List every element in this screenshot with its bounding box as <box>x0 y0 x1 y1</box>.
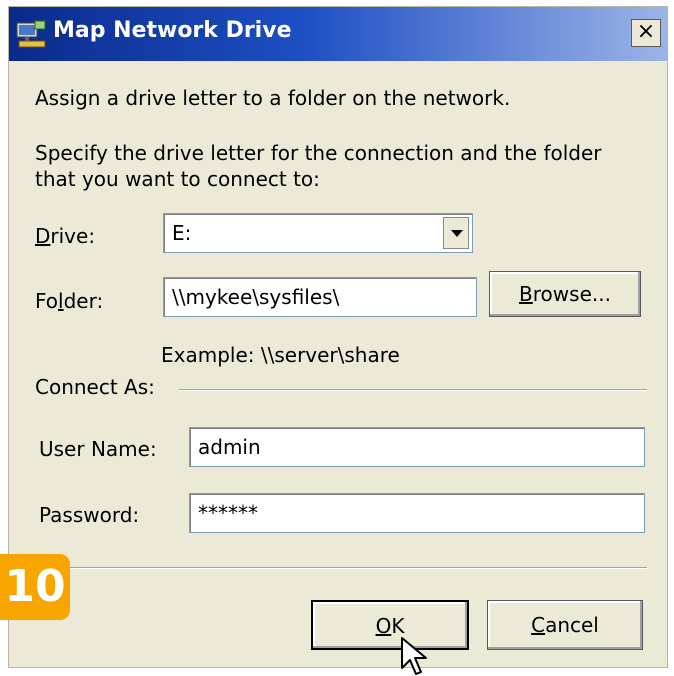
chevron-down-icon[interactable] <box>443 217 469 249</box>
password-input[interactable]: ****** <box>189 493 645 533</box>
window-title: Map Network Drive <box>53 18 292 43</box>
username-label: User Name: <box>39 437 157 461</box>
footer-divider <box>35 567 647 569</box>
password-label: Password: <box>39 503 140 527</box>
step-badge: 10 <box>0 554 70 620</box>
title-bar[interactable]: Map Network Drive × <box>9 7 667 61</box>
close-button[interactable]: × <box>631 19 661 47</box>
username-input[interactable]: admin <box>189 427 645 467</box>
cancel-button[interactable]: Cancel <box>487 600 643 650</box>
instructions-line-2: that you want to connect to: <box>35 167 320 191</box>
folder-example: Example: \\server\share <box>161 343 400 367</box>
instructions-line-1: Specify the drive letter for the connect… <box>35 141 602 165</box>
drive-select[interactable]: E: <box>163 213 473 253</box>
map-network-drive-dialog: Map Network Drive × Assign a drive lette… <box>8 6 668 668</box>
drive-select-value: E: <box>172 221 192 245</box>
intro-text: Assign a drive letter to a folder on the… <box>35 86 511 110</box>
ok-button[interactable]: OK <box>311 600 469 650</box>
connect-as-divider <box>179 389 647 391</box>
drive-label: Drive: <box>35 224 96 248</box>
folder-input[interactable]: \\mykee\sysfiles\ <box>163 277 477 317</box>
browse-button[interactable]: Browse... <box>489 271 641 317</box>
mouse-cursor-icon <box>401 637 427 675</box>
connect-as-label: Connect As: <box>35 375 155 399</box>
folder-label: Folder: <box>35 289 104 313</box>
network-drive-icon <box>16 20 46 48</box>
